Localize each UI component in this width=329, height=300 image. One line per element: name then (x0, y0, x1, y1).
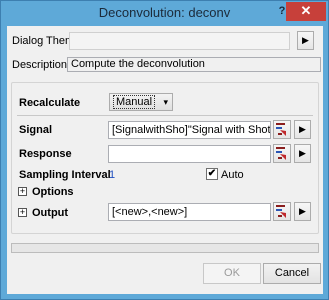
checkmark-icon: ✔ (207, 168, 217, 179)
sampling-interval-value: 1 (109, 169, 116, 181)
ok-button[interactable]: OK (203, 263, 261, 284)
output-menu-button[interactable]: ▶ (294, 202, 311, 221)
output-label[interactable]: Output (32, 207, 68, 219)
dialog-theme-field[interactable] (69, 32, 290, 50)
title-bar[interactable]: Deconvolution: deconv ? ✕ (1, 1, 328, 25)
signal-menu-button[interactable]: ▶ (294, 120, 311, 139)
output-input[interactable]: [<new>,<new>] (108, 203, 271, 221)
close-button[interactable]: ✕ (286, 2, 326, 21)
response-select-data-button[interactable] (273, 144, 291, 163)
output-expand-button[interactable]: + (18, 208, 27, 217)
plus-icon: + (19, 186, 26, 196)
arrow-right-icon: ▶ (299, 148, 306, 158)
progress-bar (11, 243, 319, 253)
select-range-icon (276, 205, 286, 218)
arrow-right-icon: ▶ (302, 35, 309, 45)
response-label: Response (19, 148, 72, 160)
sampling-interval-label: Sampling Interval (19, 169, 111, 181)
auto-label: Auto (221, 169, 244, 181)
response-menu-button[interactable]: ▶ (294, 144, 311, 163)
response-input[interactable] (108, 145, 271, 163)
signal-input[interactable]: [SignalwithSho]"Signal with Shot Noise"!… (108, 121, 271, 139)
description-text: Compute the deconvolution (67, 57, 321, 72)
arrow-right-icon: ▶ (299, 124, 306, 134)
recalculate-selected: Manual (113, 95, 156, 109)
recalculate-label: Recalculate (19, 97, 81, 109)
signal-label: Signal (19, 124, 53, 136)
select-range-icon (276, 147, 286, 160)
signal-select-data-button[interactable] (273, 120, 291, 139)
recalculate-select[interactable]: Manual ▾ (109, 93, 173, 111)
options-expand-button[interactable]: + (18, 187, 27, 196)
plus-icon: + (19, 207, 26, 217)
cancel-button[interactable]: Cancel (263, 263, 321, 284)
description-label: Description (12, 59, 68, 71)
arrow-right-icon: ▶ (299, 206, 306, 216)
divider (17, 115, 313, 116)
output-select-data-button[interactable] (273, 202, 291, 221)
select-range-icon (276, 123, 286, 136)
dialog-body: Dialog Theme ▶ Description Compute the d… (7, 26, 323, 294)
dialog-window: Deconvolution: deconv ? ✕ Dialog Theme ▶… (0, 0, 329, 300)
options-label[interactable]: Options (32, 186, 74, 198)
dialog-theme-menu-button[interactable]: ▶ (297, 31, 314, 50)
chevron-down-icon: ▾ (163, 97, 168, 107)
auto-checkbox[interactable]: ✔ (206, 168, 218, 180)
